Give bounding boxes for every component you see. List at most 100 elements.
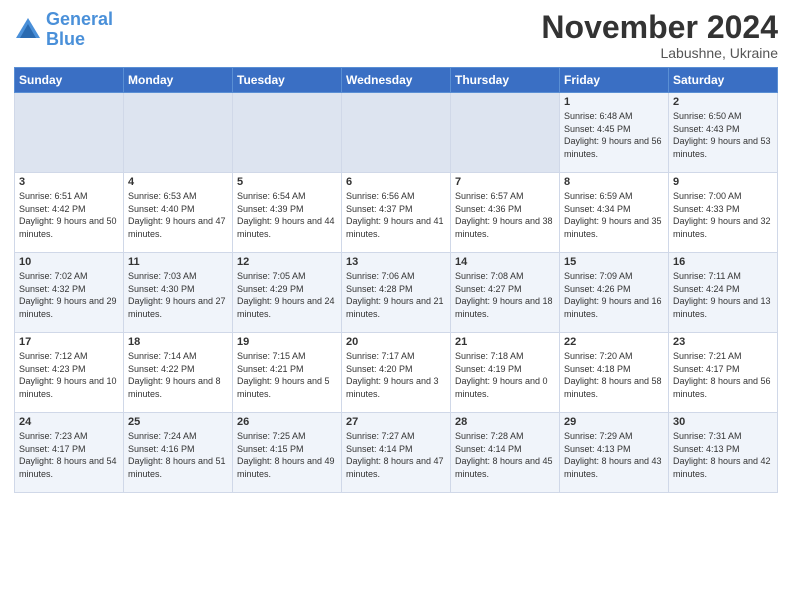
day-number: 23 <box>673 336 773 348</box>
day-number: 12 <box>237 256 337 268</box>
header-row: SundayMondayTuesdayWednesdayThursdayFrid… <box>15 68 778 93</box>
logo: General Blue <box>14 10 113 50</box>
location: Labushne, Ukraine <box>541 45 778 61</box>
calendar-cell: 24Sunrise: 7:23 AM Sunset: 4:17 PM Dayli… <box>15 413 124 493</box>
day-number: 6 <box>346 176 446 188</box>
day-info: Sunrise: 7:18 AM Sunset: 4:19 PM Dayligh… <box>455 350 555 400</box>
day-number: 15 <box>564 256 664 268</box>
day-info: Sunrise: 7:02 AM Sunset: 4:32 PM Dayligh… <box>19 270 119 320</box>
day-info: Sunrise: 6:56 AM Sunset: 4:37 PM Dayligh… <box>346 190 446 240</box>
month-title: November 2024 <box>541 10 778 45</box>
calendar-cell: 11Sunrise: 7:03 AM Sunset: 4:30 PM Dayli… <box>124 253 233 333</box>
calendar-body: 1Sunrise: 6:48 AM Sunset: 4:45 PM Daylig… <box>15 93 778 493</box>
day-number: 17 <box>19 336 119 348</box>
day-info: Sunrise: 7:00 AM Sunset: 4:33 PM Dayligh… <box>673 190 773 240</box>
day-info: Sunrise: 6:54 AM Sunset: 4:39 PM Dayligh… <box>237 190 337 240</box>
day-info: Sunrise: 7:14 AM Sunset: 4:22 PM Dayligh… <box>128 350 228 400</box>
day-info: Sunrise: 7:27 AM Sunset: 4:14 PM Dayligh… <box>346 430 446 480</box>
day-info: Sunrise: 7:06 AM Sunset: 4:28 PM Dayligh… <box>346 270 446 320</box>
day-info: Sunrise: 6:48 AM Sunset: 4:45 PM Dayligh… <box>564 110 664 160</box>
day-header: Tuesday <box>233 68 342 93</box>
calendar-cell: 29Sunrise: 7:29 AM Sunset: 4:13 PM Dayli… <box>560 413 669 493</box>
calendar-week: 3Sunrise: 6:51 AM Sunset: 4:42 PM Daylig… <box>15 173 778 253</box>
day-number: 18 <box>128 336 228 348</box>
logo-line2: Blue <box>46 29 85 49</box>
day-info: Sunrise: 7:15 AM Sunset: 4:21 PM Dayligh… <box>237 350 337 400</box>
calendar-cell: 20 Sunrise: 7:17 AM Sunset: 4:20 PM Dayli… <box>342 333 451 413</box>
day-number: 22 <box>564 336 664 348</box>
calendar-week: 24Sunrise: 7:23 AM Sunset: 4:17 PM Dayli… <box>15 413 778 493</box>
day-info: Sunrise: 7:08 AM Sunset: 4:27 PM Dayligh… <box>455 270 555 320</box>
day-info: Sunrise: 7:05 AM Sunset: 4:29 PM Dayligh… <box>237 270 337 320</box>
calendar-cell: 5Sunrise: 6:54 AM Sunset: 4:39 PM Daylig… <box>233 173 342 253</box>
day-info: Sunrise: 6:53 AM Sunset: 4:40 PM Dayligh… <box>128 190 228 240</box>
calendar-cell: 8 Sunrise: 6:59 AM Sunset: 4:34 PM Daylig… <box>560 173 669 253</box>
day-number: 30 <box>673 416 773 428</box>
day-number: 24 <box>19 416 119 428</box>
calendar-cell: 12 Sunrise: 7:05 AM Sunset: 4:29 PM Dayli… <box>233 253 342 333</box>
main-container: General Blue November 2024 Labushne, Ukr… <box>0 0 792 501</box>
day-number: 4 <box>128 176 228 188</box>
day-info: Sunrise: 7:21 AM Sunset: 4:17 PM Dayligh… <box>673 350 773 400</box>
day-info: Sunrise: 7:31 AM Sunset: 4:13 PM Dayligh… <box>673 430 773 480</box>
calendar-week: 1Sunrise: 6:48 AM Sunset: 4:45 PM Daylig… <box>15 93 778 173</box>
day-header: Monday <box>124 68 233 93</box>
calendar-cell: 30 Sunrise: 7:31 AM Sunset: 4:13 PM Dayli… <box>669 413 778 493</box>
day-number: 25 <box>128 416 228 428</box>
calendar-cell: 23 Sunrise: 7:21 AM Sunset: 4:17 PM Dayli… <box>669 333 778 413</box>
day-number: 10 <box>19 256 119 268</box>
day-header: Wednesday <box>342 68 451 93</box>
day-number: 2 <box>673 96 773 108</box>
calendar-cell: 3Sunrise: 6:51 AM Sunset: 4:42 PM Daylig… <box>15 173 124 253</box>
calendar-cell: 7Sunrise: 6:57 AM Sunset: 4:36 PM Daylig… <box>451 173 560 253</box>
calendar-cell <box>124 93 233 173</box>
day-info: Sunrise: 7:28 AM Sunset: 4:14 PM Dayligh… <box>455 430 555 480</box>
day-info: Sunrise: 6:57 AM Sunset: 4:36 PM Dayligh… <box>455 190 555 240</box>
day-info: Sunrise: 7:25 AM Sunset: 4:15 PM Dayligh… <box>237 430 337 480</box>
day-info: Sunrise: 7:29 AM Sunset: 4:13 PM Dayligh… <box>564 430 664 480</box>
day-number: 28 <box>455 416 555 428</box>
day-info: Sunrise: 7:11 AM Sunset: 4:24 PM Dayligh… <box>673 270 773 320</box>
calendar-table: SundayMondayTuesdayWednesdayThursdayFrid… <box>14 67 778 493</box>
day-number: 26 <box>237 416 337 428</box>
day-info: Sunrise: 7:20 AM Sunset: 4:18 PM Dayligh… <box>564 350 664 400</box>
header: General Blue November 2024 Labushne, Ukr… <box>14 10 778 61</box>
day-number: 11 <box>128 256 228 268</box>
calendar-cell: 10 Sunrise: 7:02 AM Sunset: 4:32 PM Dayli… <box>15 253 124 333</box>
day-info: Sunrise: 6:59 AM Sunset: 4:34 PM Dayligh… <box>564 190 664 240</box>
day-header: Saturday <box>669 68 778 93</box>
calendar-cell: 4 Sunrise: 6:53 AM Sunset: 4:40 PM Daylig… <box>124 173 233 253</box>
day-info: Sunrise: 7:17 AM Sunset: 4:20 PM Dayligh… <box>346 350 446 400</box>
calendar-cell: 1Sunrise: 6:48 AM Sunset: 4:45 PM Daylig… <box>560 93 669 173</box>
day-header: Friday <box>560 68 669 93</box>
calendar-cell: 27 Sunrise: 7:27 AM Sunset: 4:14 PM Dayli… <box>342 413 451 493</box>
day-number: 27 <box>346 416 446 428</box>
calendar-cell: 6 Sunrise: 6:56 AM Sunset: 4:37 PM Daylig… <box>342 173 451 253</box>
calendar-cell <box>15 93 124 173</box>
logo-icon <box>14 16 42 44</box>
calendar-cell <box>233 93 342 173</box>
day-number: 8 <box>564 176 664 188</box>
calendar-cell: 28 Sunrise: 7:28 AM Sunset: 4:14 PM Dayli… <box>451 413 560 493</box>
calendar-cell: 13 Sunrise: 7:06 AM Sunset: 4:28 PM Dayli… <box>342 253 451 333</box>
day-info: Sunrise: 7:12 AM Sunset: 4:23 PM Dayligh… <box>19 350 119 400</box>
day-header: Thursday <box>451 68 560 93</box>
calendar-cell: 18 Sunrise: 7:14 AM Sunset: 4:22 PM Dayli… <box>124 333 233 413</box>
day-number: 14 <box>455 256 555 268</box>
day-info: Sunrise: 7:09 AM Sunset: 4:26 PM Dayligh… <box>564 270 664 320</box>
day-info: Sunrise: 6:51 AM Sunset: 4:42 PM Dayligh… <box>19 190 119 240</box>
day-number: 13 <box>346 256 446 268</box>
title-block: November 2024 Labushne, Ukraine <box>541 10 778 61</box>
day-number: 20 <box>346 336 446 348</box>
calendar-cell: 21 Sunrise: 7:18 AM Sunset: 4:19 PM Dayli… <box>451 333 560 413</box>
day-number: 21 <box>455 336 555 348</box>
day-number: 9 <box>673 176 773 188</box>
calendar-cell: 16Sunrise: 7:11 AM Sunset: 4:24 PM Dayli… <box>669 253 778 333</box>
day-info: Sunrise: 6:50 AM Sunset: 4:43 PM Dayligh… <box>673 110 773 160</box>
calendar-cell <box>342 93 451 173</box>
calendar-header: SundayMondayTuesdayWednesdayThursdayFrid… <box>15 68 778 93</box>
day-number: 19 <box>237 336 337 348</box>
calendar-cell: 17 Sunrise: 7:12 AM Sunset: 4:23 PM Dayli… <box>15 333 124 413</box>
calendar-week: 10 Sunrise: 7:02 AM Sunset: 4:32 PM Dayli… <box>15 253 778 333</box>
calendar-cell: 2 Sunrise: 6:50 AM Sunset: 4:43 PM Daylig… <box>669 93 778 173</box>
